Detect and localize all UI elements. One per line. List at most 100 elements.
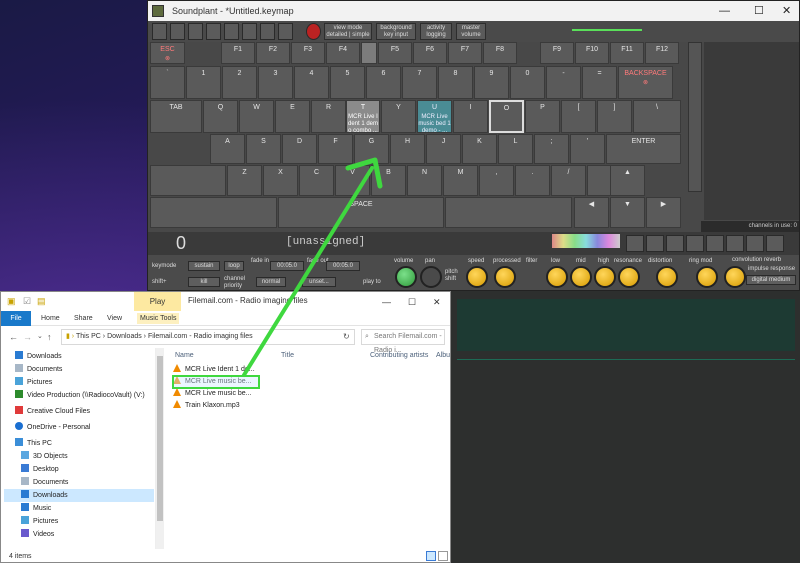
key-5[interactable]: 5	[330, 66, 365, 99]
play-to-select[interactable]: unset...	[302, 277, 336, 287]
nav-item-downloads[interactable]: Downloads	[15, 350, 62, 363]
forward-icon[interactable]: →	[23, 332, 32, 342]
info-icon[interactable]	[766, 235, 784, 252]
loop-toggle[interactable]: loop	[224, 261, 244, 271]
key-f4[interactable]: F4	[326, 42, 360, 64]
pan-knob[interactable]	[420, 266, 442, 288]
key-lbracket[interactable]: [	[561, 100, 596, 133]
key-slash[interactable]: /	[551, 165, 586, 196]
key-l[interactable]: L	[498, 134, 533, 164]
tab-view[interactable]: View	[107, 313, 122, 324]
column-album[interactable]: Album	[436, 348, 450, 364]
export-icon[interactable]	[746, 235, 764, 252]
nav-item-documents[interactable]: Documents	[15, 363, 62, 376]
quick-access-icon[interactable]: ☑	[23, 296, 31, 307]
paste-icon[interactable]	[686, 235, 704, 252]
key-f6[interactable]: F6	[413, 42, 447, 64]
key-semicolon[interactable]: ;	[534, 134, 569, 164]
breadcrumb-this-pc[interactable]: This PC	[76, 333, 101, 340]
key-4[interactable]: 4	[294, 66, 329, 99]
key-lctrl[interactable]	[150, 197, 277, 228]
key-2[interactable]: 2	[222, 66, 257, 99]
info-icon[interactable]	[278, 23, 293, 40]
nav-item-pictures[interactable]: Pictures	[15, 376, 52, 389]
nav-item-downloads-pc[interactable]: Downloads	[4, 489, 154, 502]
large-icons-view-icon[interactable]	[438, 551, 448, 561]
view-mode-toggle[interactable]: view mode detailed | simple	[324, 23, 372, 40]
explorer-close-button[interactable]: ✕	[433, 295, 441, 309]
key-tab[interactable]: TAB	[150, 100, 202, 133]
nav-item-this-pc[interactable]: This PC	[15, 437, 52, 450]
key-backslash[interactable]: \	[633, 100, 681, 133]
key-quote[interactable]: '	[570, 134, 605, 164]
key-8[interactable]: 8	[438, 66, 473, 99]
key-f5[interactable]: F5	[378, 42, 412, 64]
maximize-button[interactable]: ☐	[754, 4, 764, 18]
new-folder-icon[interactable]: ▤	[37, 296, 46, 307]
key-backspace[interactable]: BACKSPACE ⊗	[618, 66, 673, 99]
tab-home[interactable]: Home	[41, 313, 60, 324]
key-t[interactable]: T MCR Live I dent 1 dem o combo ...	[346, 100, 380, 134]
key-n[interactable]: N	[407, 165, 442, 196]
file-row[interactable]: Train Klaxon.mp3	[173, 400, 240, 412]
key-f12[interactable]: F12	[645, 42, 679, 64]
key-f3[interactable]: F3	[291, 42, 325, 64]
grid-icon[interactable]	[646, 235, 664, 252]
processed-knob[interactable]	[494, 266, 516, 288]
breadcrumb-downloads[interactable]: Downloads	[107, 333, 142, 340]
key-x[interactable]: X	[263, 165, 298, 196]
key-enter[interactable]: ENTER	[606, 134, 681, 164]
nav-item-documents-pc[interactable]: Documents	[21, 476, 68, 489]
key-6[interactable]: 6	[366, 66, 401, 99]
key-1[interactable]: 1	[186, 66, 221, 99]
key-z[interactable]: Z	[227, 165, 262, 196]
key-ralt[interactable]	[445, 197, 572, 228]
key-m[interactable]: M	[443, 165, 478, 196]
save-icon[interactable]	[188, 23, 203, 40]
master-volume-slider[interactable]	[572, 29, 642, 31]
export-icon[interactable]	[224, 23, 239, 40]
nav-item-onedrive[interactable]: OneDrive - Personal	[15, 421, 90, 434]
key-7[interactable]: 7	[402, 66, 437, 99]
ring-mod-knob[interactable]	[696, 266, 718, 288]
key-e[interactable]: E	[275, 100, 310, 133]
nav-item-creative-cloud[interactable]: Creative Cloud Files	[15, 405, 90, 418]
key-comma[interactable]: ,	[479, 165, 514, 196]
key-0[interactable]: 0	[510, 66, 545, 99]
key-v[interactable]: V	[335, 165, 370, 196]
resonance-knob[interactable]	[618, 266, 640, 288]
key-period[interactable]: .	[515, 165, 550, 196]
key-o[interactable]: O	[489, 100, 524, 133]
key-f8[interactable]: F8	[483, 42, 517, 64]
key-9[interactable]: 9	[474, 66, 509, 99]
tab-music-tools[interactable]: Music Tools	[137, 313, 180, 324]
activity-logging-toggle[interactable]: activity logging	[420, 23, 452, 40]
key-j[interactable]: J	[426, 134, 461, 164]
tab-file[interactable]: File	[1, 311, 31, 326]
keymode-select[interactable]: sustain	[188, 261, 220, 271]
scrollbar-thumb[interactable]	[157, 356, 163, 521]
key-3[interactable]: 3	[258, 66, 293, 99]
fade-in-field[interactable]: 00:05.0	[270, 261, 304, 271]
key-up[interactable]: ▲	[610, 165, 645, 196]
mid-knob[interactable]	[570, 266, 592, 288]
details-view-icon[interactable]	[426, 551, 436, 561]
fade-out-field[interactable]: 00:05.0	[326, 261, 360, 271]
key-minus[interactable]: -	[546, 66, 581, 99]
clear-icon[interactable]	[706, 235, 724, 252]
key-esc[interactable]: ESC ⊗	[150, 42, 185, 64]
column-contributing-artists[interactable]: Contributing artists	[370, 348, 428, 364]
help-icon[interactable]	[260, 23, 275, 40]
key-rbracket[interactable]: ]	[597, 100, 632, 133]
key-f10[interactable]: F10	[575, 42, 609, 64]
save-as-icon[interactable]	[206, 23, 221, 40]
key-k[interactable]: K	[462, 134, 497, 164]
reverb-wet-knob[interactable]	[724, 266, 746, 288]
priority-select[interactable]: normal	[256, 277, 286, 287]
tab-share[interactable]: Share	[74, 313, 93, 324]
key-backtick[interactable]: `	[150, 66, 185, 99]
tab-play[interactable]: Play	[134, 292, 181, 311]
stop-all-icon[interactable]	[306, 23, 321, 40]
key-y[interactable]: Y	[381, 100, 416, 133]
nav-item-3d-objects[interactable]: 3D Objects	[21, 450, 68, 463]
